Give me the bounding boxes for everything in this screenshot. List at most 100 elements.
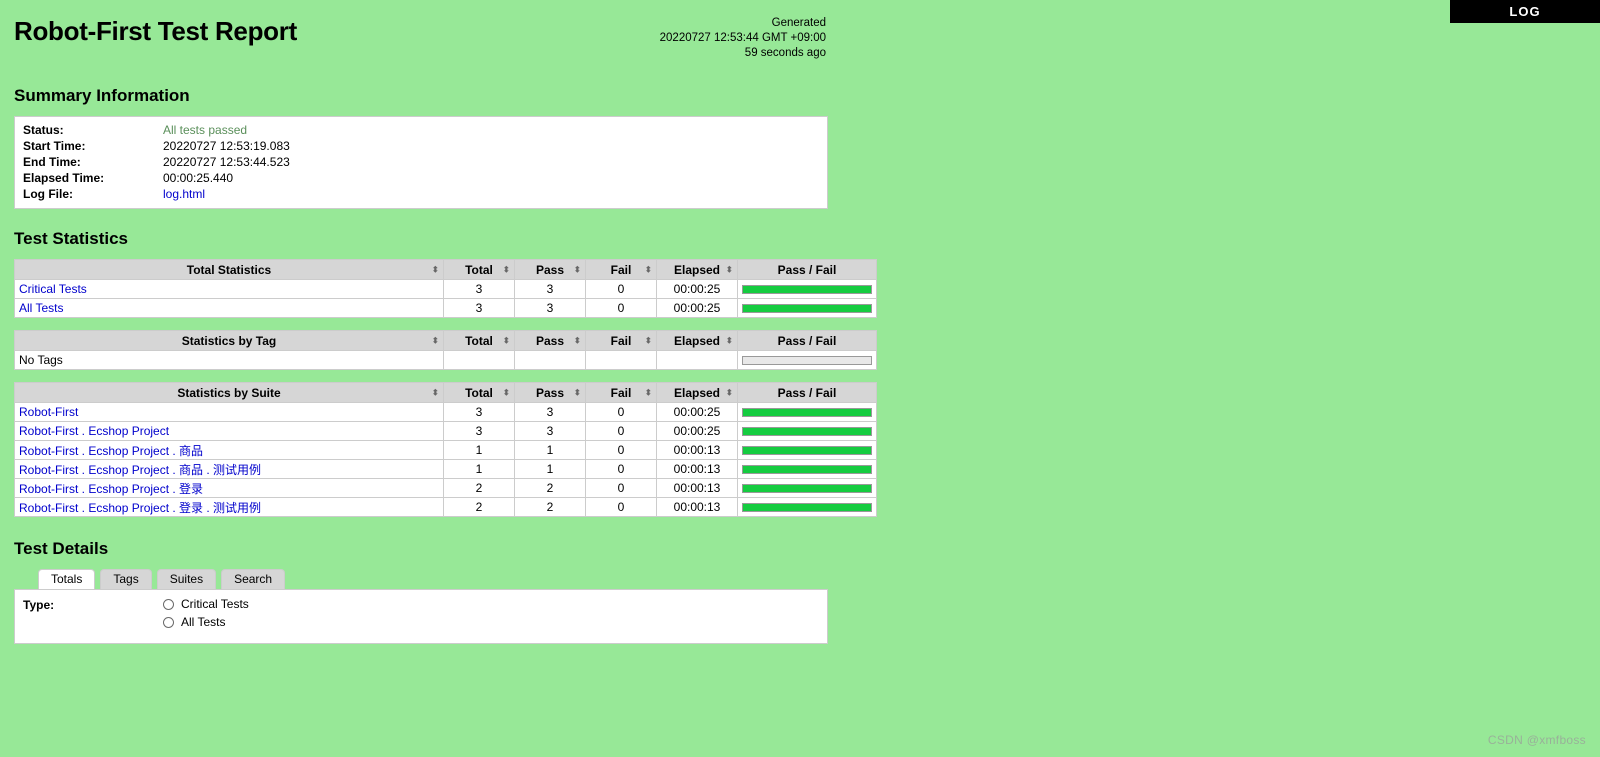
column-header-total[interactable]: Total ⬍: [443, 259, 515, 280]
radio-row[interactable]: All Tests: [163, 615, 249, 629]
sort-arrows-icon[interactable]: ⬍: [431, 265, 439, 274]
row-elapsed-cell: [656, 350, 738, 370]
summary-row: Start Time: 20220727 12:53:19.083: [21, 138, 290, 154]
table-row: Robot-First . Ecshop Project . 商品 1 1 0 00:0…: [14, 440, 877, 460]
row-name-link[interactable]: Robot-First . Ecshop Project . 登录: [19, 482, 203, 496]
generated-timestamp: 20220727 12:53:44 GMT +09:00: [659, 32, 826, 44]
row-name-link[interactable]: Robot-First . Ecshop Project: [19, 424, 169, 438]
pass-fail-bar: [742, 483, 872, 493]
row-pass-cell: [514, 350, 586, 370]
row-total-cell: [443, 350, 515, 370]
column-header-elapsed[interactable]: Elapsed ⬍: [656, 330, 738, 351]
heading-test-statistics: Test Statistics: [14, 229, 129, 248]
log-file-link[interactable]: log.html: [163, 187, 205, 201]
column-header-pass[interactable]: Pass ⬍: [514, 330, 586, 351]
row-name-cell: No Tags: [14, 350, 444, 370]
table-row: All Tests 3 3 0 00:00:25: [14, 298, 877, 318]
row-total-cell: 3: [443, 279, 515, 299]
summary-row-value: 20220727 12:53:44.523: [163, 155, 290, 169]
summary-row-label: Log File:: [23, 187, 73, 201]
row-total-cell: 2: [443, 497, 515, 517]
column-header-fail[interactable]: Fail ⬍: [585, 330, 657, 351]
sort-arrows-icon[interactable]: ⬍: [644, 265, 652, 274]
log-button[interactable]: LOG: [1450, 0, 1600, 23]
tab-suites[interactable]: Suites: [156, 569, 217, 589]
row-name-cell[interactable]: Robot-First . Ecshop Project . 商品 . 测试用例: [14, 459, 444, 479]
row-passfail-cell: [737, 478, 877, 498]
details-panel: Type: Critical Tests All Tests: [14, 589, 828, 644]
sort-arrows-icon[interactable]: ⬍: [431, 388, 439, 397]
summary-row-value: 20220727 12:53:19.083: [163, 139, 290, 153]
column-header-fail[interactable]: Fail ⬍: [585, 259, 657, 280]
row-name-link[interactable]: Robot-First . Ecshop Project . 商品: [19, 444, 203, 458]
row-name-link[interactable]: Robot-First . Ecshop Project . 商品 . 测试用例: [19, 463, 261, 477]
statistics-tables: Total Statistics ⬍ Total ⬍ Pass ⬍ Fail ⬍ Elapsed…: [14, 259, 877, 517]
row-name-link[interactable]: Robot-First: [19, 405, 78, 419]
table-header-row: Statistics by Tag ⬍ Total ⬍ Pass ⬍ Fail ⬍ Elapse…: [14, 330, 877, 351]
table-row: No Tags: [14, 350, 877, 370]
row-name-cell[interactable]: Robot-First . Ecshop Project . 登录 . 测试用例: [14, 497, 444, 517]
row-name-link[interactable]: All Tests: [19, 301, 63, 315]
sort-arrows-icon[interactable]: ⬍: [725, 388, 733, 397]
column-header-pass[interactable]: Pass ⬍: [514, 259, 586, 280]
sort-arrows-icon[interactable]: ⬍: [502, 388, 510, 397]
row-name-cell[interactable]: All Tests: [14, 298, 444, 318]
radio-button-all-tests[interactable]: [163, 616, 174, 628]
row-name-cell[interactable]: Robot-First: [14, 402, 444, 422]
column-header-elapsed[interactable]: Elapsed ⬍: [656, 382, 738, 403]
row-elapsed-cell: 00:00:13: [656, 440, 738, 460]
column-header-total[interactable]: Total ⬍: [443, 382, 515, 403]
details-type-label: Type:: [23, 598, 55, 612]
row-passfail-cell: [737, 298, 877, 318]
row-name-cell[interactable]: Robot-First . Ecshop Project . 商品: [14, 440, 444, 460]
sort-arrows-icon[interactable]: ⬍: [573, 265, 581, 274]
tab-tags[interactable]: Tags: [100, 569, 152, 589]
pass-fail-bar: [742, 303, 872, 313]
row-total-cell: 3: [443, 421, 515, 441]
row-name-cell[interactable]: Critical Tests: [14, 279, 444, 299]
radio-button-critical-tests[interactable]: [163, 598, 174, 610]
column-header-fail[interactable]: Fail ⬍: [585, 382, 657, 403]
radio-label: All Tests: [181, 615, 226, 629]
table-row: Robot-First . Ecshop Project 3 3 0 00:00:25: [14, 421, 877, 441]
radio-row[interactable]: Critical Tests: [163, 597, 249, 611]
row-elapsed-cell: 00:00:25: [656, 279, 738, 299]
row-fail-cell: 0: [585, 478, 657, 498]
pass-fail-bar: [742, 284, 872, 294]
log-button-label: LOG: [1509, 4, 1541, 19]
column-header-elapsed-label: Elapsed: [673, 333, 721, 348]
row-pass-cell: 1: [514, 440, 586, 460]
sort-arrows-icon[interactable]: ⬍: [431, 336, 439, 345]
row-pass-cell: 3: [514, 279, 586, 299]
sort-arrows-icon[interactable]: ⬍: [573, 336, 581, 345]
column-header-passfail: Pass / Fail: [737, 259, 877, 280]
row-pass-cell: 2: [514, 478, 586, 498]
details-type-options: Critical Tests All Tests: [163, 597, 249, 633]
tab-search[interactable]: Search: [221, 569, 286, 589]
summary-row-value[interactable]: log.html: [163, 186, 290, 202]
row-name-cell[interactable]: Robot-First . Ecshop Project: [14, 421, 444, 441]
column-header-title[interactable]: Total Statistics ⬍: [14, 259, 444, 280]
sort-arrows-icon[interactable]: ⬍: [644, 336, 652, 345]
sort-arrows-icon[interactable]: ⬍: [644, 388, 652, 397]
row-name-link[interactable]: Critical Tests: [19, 282, 87, 296]
summary-row: Elapsed Time: 00:00:25.440: [21, 170, 290, 186]
row-name-link[interactable]: Robot-First . Ecshop Project . 登录 . 测试用例: [19, 501, 261, 515]
sort-arrows-icon[interactable]: ⬍: [725, 336, 733, 345]
details-tab-bar: Totals Tags Suites Search: [14, 569, 840, 589]
column-header-pass[interactable]: Pass ⬍: [514, 382, 586, 403]
column-header-elapsed[interactable]: Elapsed ⬍: [656, 259, 738, 280]
table-row: Robot-First . Ecshop Project . 登录 . 测试用例…: [14, 497, 877, 517]
summary-information-box: Status: All tests passed Start Time: 202207…: [14, 116, 828, 209]
sort-arrows-icon[interactable]: ⬍: [573, 388, 581, 397]
column-header-fail-label: Fail: [610, 385, 632, 400]
column-header-total[interactable]: Total ⬍: [443, 330, 515, 351]
sort-arrows-icon[interactable]: ⬍: [725, 265, 733, 274]
sort-arrows-icon[interactable]: ⬍: [502, 265, 510, 274]
column-header-title[interactable]: Statistics by Suite ⬍: [14, 382, 444, 403]
sort-arrows-icon[interactable]: ⬍: [502, 336, 510, 345]
row-fail-cell: 0: [585, 298, 657, 318]
column-header-title[interactable]: Statistics by Tag ⬍: [14, 330, 444, 351]
row-name-cell[interactable]: Robot-First . Ecshop Project . 登录: [14, 478, 444, 498]
tab-totals[interactable]: Totals: [38, 569, 96, 589]
